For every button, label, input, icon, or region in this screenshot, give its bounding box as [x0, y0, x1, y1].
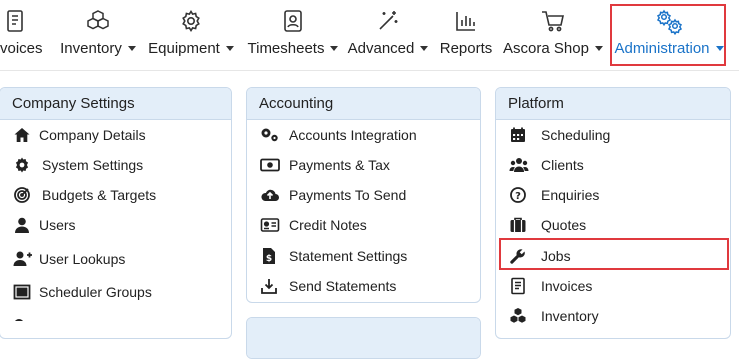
magic-wand-icon [346, 9, 430, 35]
administration-menu: Company Settings Company Details System … [0, 70, 739, 359]
gear-icon [146, 9, 236, 35]
calendar-icon [509, 126, 527, 144]
badge-icon [244, 9, 342, 35]
menu-item-label: Clients [541, 157, 584, 173]
panel-header-bar [247, 318, 480, 358]
bar-chart-icon [436, 9, 496, 35]
menu-item-accounts-integration[interactable]: Accounts Integration [247, 123, 480, 147]
menu-item-label: Company Details [39, 127, 146, 143]
menu-item-label: Send Statements [289, 278, 397, 294]
top-navigation: Invoices Inventory Equipment Timesheets … [0, 0, 739, 70]
cogs-icon [260, 126, 278, 144]
menu-item-label: Budgets & Targets [42, 187, 157, 203]
boxes-icon [509, 307, 527, 325]
highlight-box-jobs [499, 238, 729, 270]
platform-panel: Platform Scheduling Clients ? Enquiries … [495, 87, 731, 339]
inbox-download-icon [260, 277, 278, 295]
nav-label: Reports [439, 40, 493, 57]
nav-inventory[interactable]: Inventory [56, 0, 140, 68]
svg-text:?: ? [515, 191, 521, 202]
nav-equipment[interactable]: Equipment [146, 0, 236, 68]
chevron-down-icon [420, 46, 429, 51]
nav-label: Ascora Shop [503, 40, 589, 57]
menu-item-quotes[interactable]: Quotes [496, 213, 730, 237]
menu-item-label: Scheduling [541, 127, 611, 143]
home-icon [13, 126, 31, 144]
user-plus-icon [13, 250, 32, 268]
highlight-box-administration [610, 4, 726, 66]
nav-advanced[interactable]: Advanced [346, 0, 430, 68]
menu-item-payments-tax[interactable]: Payments & Tax [247, 153, 480, 177]
chevron-down-icon [594, 46, 603, 51]
gear-icon [13, 156, 31, 174]
file-dollar-icon: $ [260, 247, 278, 265]
menu-item-clients[interactable]: Clients [496, 153, 730, 177]
group-board-icon [13, 283, 31, 301]
chevron-down-icon [127, 46, 136, 51]
accounting-secondary-panel [246, 317, 481, 359]
menu-item-label: Credit Notes [289, 217, 367, 233]
menu-item-company-details[interactable]: Company Details [0, 123, 231, 147]
menu-item-label: Scheduler Groups [39, 284, 152, 300]
menu-item-send-statements[interactable]: Send Statements [247, 274, 480, 298]
invoice-icon [0, 9, 50, 35]
money-icon [260, 156, 280, 174]
question-circle-icon: ? [509, 186, 527, 204]
id-card-icon [260, 216, 280, 234]
nav-reports[interactable]: Reports [436, 0, 496, 68]
menu-item-label: Invoices [541, 278, 593, 294]
user-icon [13, 216, 31, 234]
cart-icon [503, 9, 603, 35]
menu-item-inventory[interactable]: Inventory [496, 304, 730, 328]
gear-icon [13, 317, 25, 321]
nav-label: Timesheets [247, 40, 325, 57]
menu-item-payments-to-send[interactable]: Payments To Send [247, 183, 480, 207]
menu-item-label: Quotes [541, 217, 587, 233]
nav-timesheets[interactable]: Timesheets [244, 0, 342, 68]
nav-label: Advanced [347, 40, 415, 57]
menu-item-budgets-targets[interactable]: Budgets & Targets [0, 183, 231, 207]
nav-label: Inventory [60, 40, 122, 57]
menu-item-label: Payments & Tax [289, 157, 390, 173]
menu-item-scheduling[interactable]: Scheduling [496, 123, 730, 147]
svg-text:$: $ [266, 254, 272, 264]
accounting-panel: Accounting Accounts Integration Payments… [246, 87, 481, 303]
panel-title: Platform [496, 88, 730, 120]
menu-item-label: Inventory [541, 308, 599, 324]
menu-item-label: Accounts Integration [289, 127, 417, 143]
menu-item-enquiries[interactable]: ? Enquiries [496, 183, 730, 207]
nav-ascora-shop[interactable]: Ascora Shop [503, 0, 603, 68]
company-settings-panel: Company Settings Company Details System … [0, 87, 232, 339]
menu-item-scheduler-groups[interactable]: Scheduler Groups [0, 280, 231, 304]
briefcase-icon [509, 216, 527, 234]
target-icon [13, 186, 31, 204]
menu-item-invoices[interactable]: Invoices [496, 274, 730, 298]
nav-label: Equipment [148, 40, 220, 57]
cloud-upload-icon [260, 186, 279, 204]
menu-item-label: Users [39, 217, 76, 233]
menu-item-label: Payments To Send [289, 187, 407, 203]
boxes-icon [56, 9, 140, 35]
nav-label: Invoices [0, 40, 43, 57]
panel-title: Accounting [247, 88, 480, 120]
menu-item-label: Enquiries [541, 187, 600, 203]
users-icon [509, 156, 529, 174]
menu-item-system-settings[interactable]: System Settings [0, 153, 231, 177]
menu-item-users[interactable]: Users [0, 213, 231, 237]
chevron-down-icon [225, 46, 234, 51]
menu-item-label: Statement Settings [289, 248, 408, 264]
invoice-icon [509, 277, 527, 295]
panel-title: Company Settings [0, 88, 231, 120]
menu-item-statement-settings[interactable]: $ Statement Settings [247, 244, 480, 268]
chevron-down-icon [330, 46, 339, 51]
menu-item-user-lookups[interactable]: User Lookups [0, 247, 231, 271]
menu-item-label: User Lookups [39, 251, 126, 267]
menu-item-label: System Settings [42, 157, 144, 173]
nav-invoices[interactable]: Invoices [0, 0, 50, 68]
menu-item-credit-notes[interactable]: Credit Notes [247, 213, 480, 237]
